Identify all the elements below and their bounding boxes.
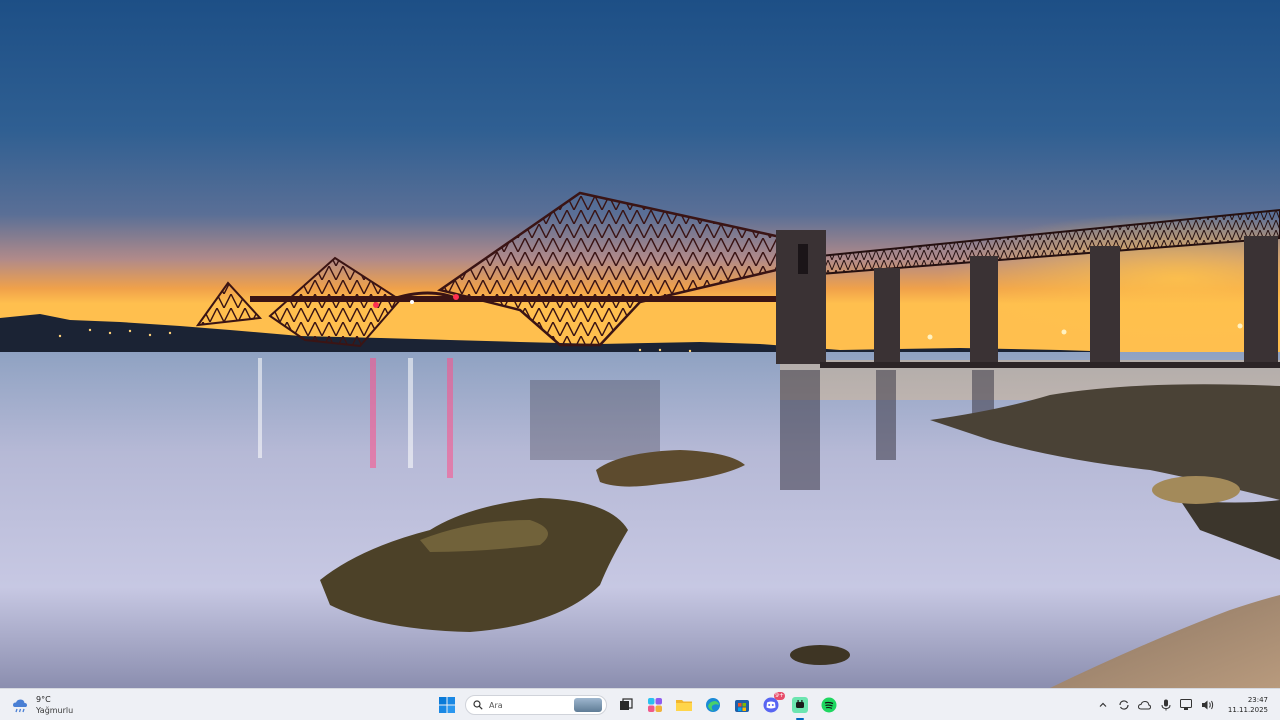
copilot-button[interactable] (644, 695, 665, 716)
windows-logo-icon (438, 697, 455, 713)
microphone-icon[interactable] (1159, 698, 1173, 712)
clock-date: 11.11.2025 (1227, 706, 1268, 714)
search-icon (473, 700, 483, 710)
chat-app-button[interactable] (789, 695, 810, 720)
desktop-wallpaper (0, 0, 1280, 688)
weather-temperature: 9°C (36, 695, 51, 704)
clock[interactable]: 23:47 11.11.2025 (1228, 695, 1268, 715)
clock-time: 23:47 (1247, 696, 1268, 704)
task-view-icon (619, 698, 633, 710)
task-view-button[interactable] (615, 695, 636, 716)
weather-condition: Yağmurlu (36, 706, 74, 715)
volume-icon[interactable] (1201, 698, 1215, 712)
search-input[interactable]: Ara (465, 695, 607, 715)
cloud-icon[interactable] (1138, 698, 1152, 712)
start-button[interactable] (436, 695, 457, 716)
desktop (0, 0, 1280, 688)
rain-cloud-icon (13, 699, 27, 713)
folder-icon (675, 700, 692, 711)
chevron-up-icon[interactable] (1096, 698, 1110, 712)
system-tray: 23:47 11.11.2025 (1096, 689, 1280, 721)
taskbar-center: Ara 9+ (436, 689, 839, 721)
edge-icon (705, 698, 720, 712)
edge-button[interactable] (702, 695, 723, 716)
discord-button[interactable]: 9+ (760, 691, 785, 716)
spotify-button[interactable] (818, 695, 839, 716)
discord-badge: 9+ (774, 691, 785, 700)
search-highlight-image (574, 698, 602, 712)
search-placeholder: Ara (489, 700, 503, 710)
sync-icon[interactable] (1117, 698, 1131, 712)
store-button[interactable] (731, 695, 752, 716)
spotify-icon (821, 697, 836, 713)
store-icon (734, 700, 749, 712)
weather-widget[interactable]: 9°C Yağmurlu (10, 692, 73, 718)
file-explorer-button[interactable] (673, 695, 694, 716)
copilot-icon (647, 698, 662, 712)
taskbar: 9°C Yağmurlu Ara 9+ 23:47 11.11.2025 (0, 688, 1280, 720)
chat-app-icon (791, 697, 808, 713)
network-icon[interactable] (1180, 698, 1194, 712)
